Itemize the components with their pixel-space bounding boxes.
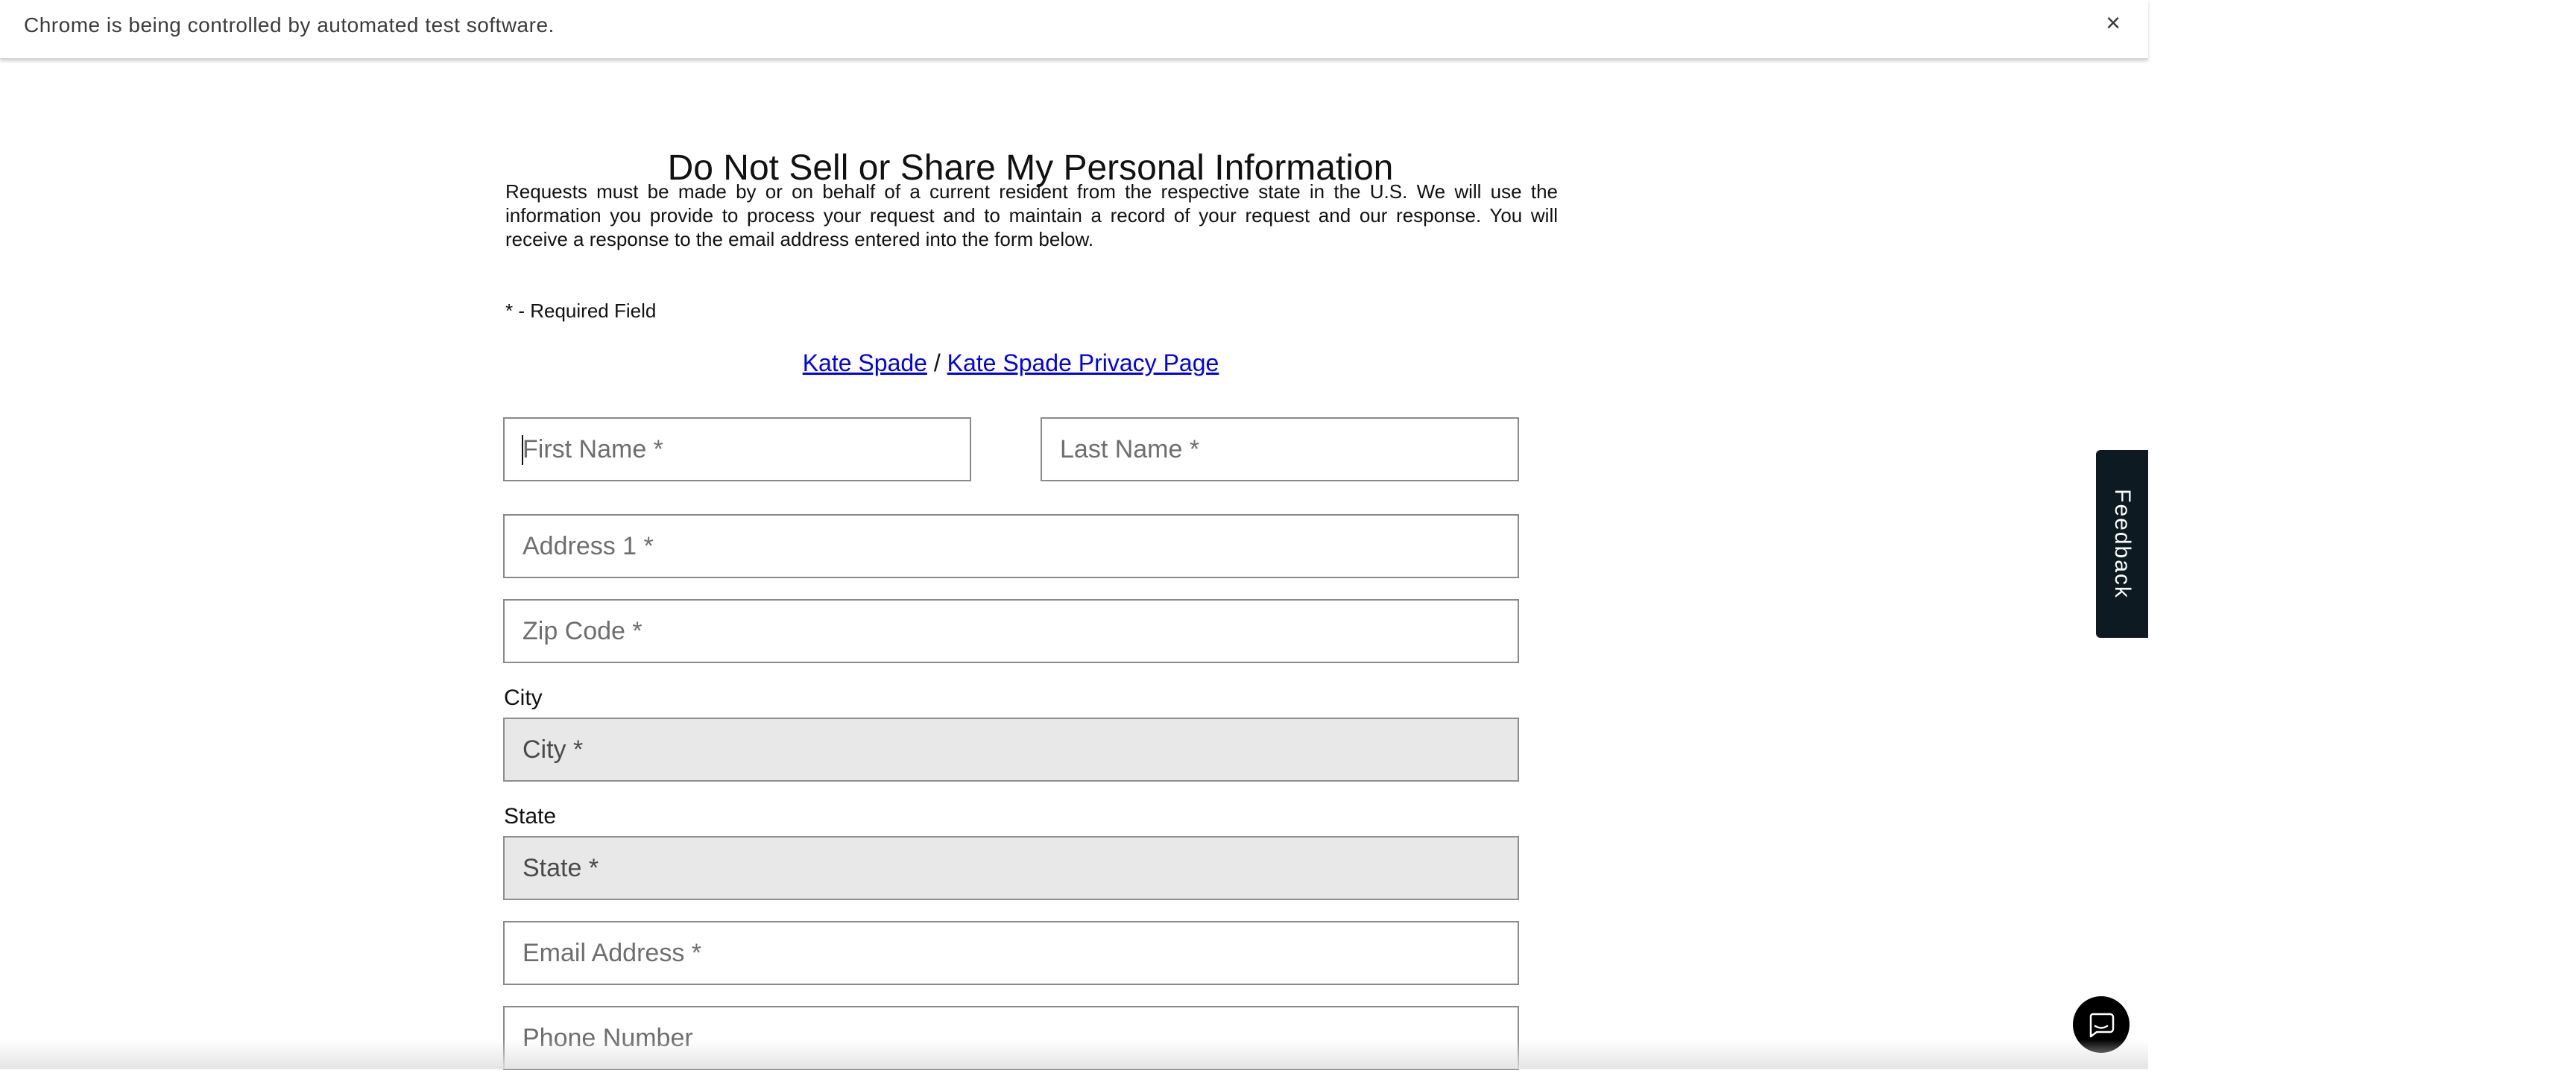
phone-number-input[interactable] (503, 1006, 1519, 1070)
infobar-message: Chrome is being controlled by automated … (24, 13, 555, 37)
page-content: Do Not Sell or Share My Personal Informa… (0, 77, 2148, 1070)
kate-spade-link[interactable]: Kate Spade (803, 349, 927, 376)
privacy-page-link[interactable]: Kate Spade Privacy Page (947, 349, 1219, 376)
link-separator: / (926, 349, 947, 376)
zip-code-input[interactable] (503, 599, 1519, 663)
close-icon[interactable]: × (2100, 10, 2126, 36)
email-address-input[interactable] (503, 921, 1519, 985)
chat-button[interactable] (2073, 996, 2130, 1053)
required-field-note: * - Required Field (505, 300, 657, 322)
city-label: City (504, 686, 543, 710)
automation-infobar: Chrome is being controlled by automated … (0, 0, 2148, 59)
chat-bubble-icon (2089, 1013, 2115, 1038)
city-input (503, 718, 1519, 782)
state-input (503, 836, 1519, 900)
feedback-label: Feedback (2110, 489, 2135, 599)
empty-viewport-area (2148, 0, 2576, 1069)
state-label: State (504, 804, 557, 829)
first-name-input[interactable] (503, 417, 971, 481)
feedback-tab[interactable]: Feedback (2096, 450, 2148, 638)
last-name-input[interactable] (1041, 417, 1519, 481)
text-cursor (522, 435, 523, 465)
intro-text: Requests must be made by or on behalf of… (505, 180, 1558, 250)
address1-input[interactable] (503, 514, 1519, 578)
site-header-strip (0, 60, 2148, 78)
brand-links: Kate Spade / Kate Spade Privacy Page (504, 349, 1518, 377)
